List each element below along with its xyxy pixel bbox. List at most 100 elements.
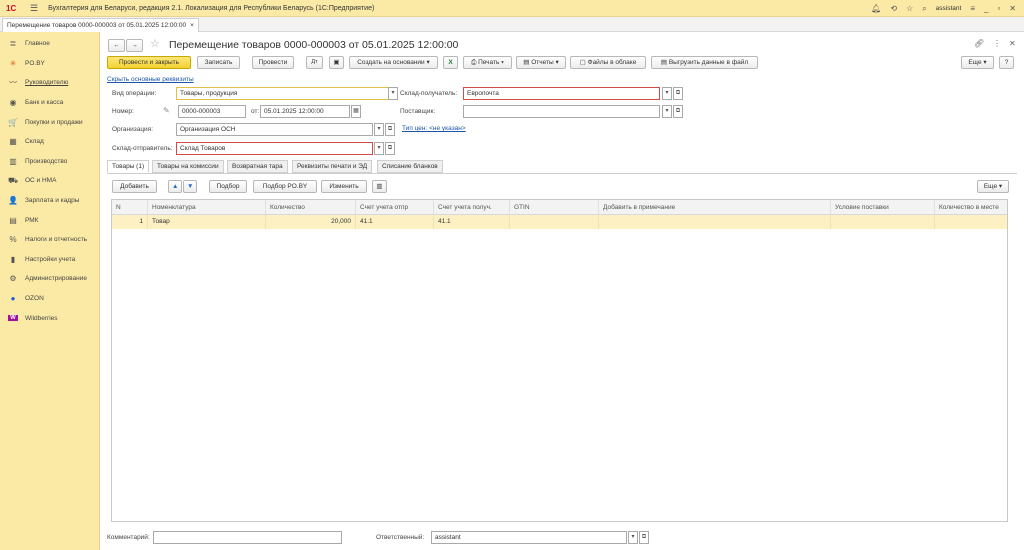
sender-warehouse-field[interactable]: Склад Товаров bbox=[176, 142, 373, 155]
sidebar-item-3[interactable]: ◉ Банк и касса bbox=[0, 93, 99, 113]
number-edit-icon[interactable]: ✎ bbox=[163, 106, 170, 115]
supplier-open[interactable]: ⧉ bbox=[673, 105, 683, 118]
sidebar-item-0[interactable]: ≣ Главное bbox=[0, 34, 99, 54]
sidebar-item-5[interactable]: ▦ Склад bbox=[0, 132, 99, 152]
receiver-warehouse-field[interactable]: Европочта bbox=[463, 87, 660, 100]
move-down-icon[interactable]: ▼ bbox=[183, 180, 197, 193]
column-header-gtin[interactable]: GTIN bbox=[510, 200, 599, 215]
history-icon[interactable]: ⟲ bbox=[890, 4, 897, 13]
sidebar-item-4[interactable]: 🛒 Покупки и продажи bbox=[0, 112, 99, 132]
open-document-tab[interactable]: Перемещение товаров 0000-000003 от 05.01… bbox=[2, 18, 199, 32]
add-row-button[interactable]: Добавить bbox=[112, 180, 157, 193]
organization-open[interactable]: ⧉ bbox=[385, 123, 395, 136]
table-more-button[interactable]: Еще ▾ bbox=[977, 180, 1009, 193]
organization-dropdown[interactable]: ▾ bbox=[374, 123, 384, 136]
settings-menu-icon[interactable]: ≡ bbox=[970, 4, 975, 13]
barcode-icon[interactable]: ▥ bbox=[372, 180, 387, 193]
comment-field[interactable] bbox=[153, 531, 342, 544]
sidebar-item-11[interactable]: ▮ Настройки учета bbox=[0, 250, 99, 270]
cell-gtin[interactable] bbox=[510, 215, 599, 229]
create-based-on-button[interactable]: Создать на основании ▾ bbox=[349, 56, 438, 69]
help-button[interactable]: ? bbox=[999, 56, 1014, 69]
minimize-icon[interactable]: _ bbox=[984, 4, 988, 13]
operation-type-field[interactable]: Товары, продукция bbox=[176, 87, 389, 100]
reports-button[interactable]: ▤ Отчеты ▾ bbox=[516, 56, 566, 69]
post-button[interactable]: Провести bbox=[252, 56, 294, 69]
sender-warehouse-open[interactable]: ⧉ bbox=[385, 142, 395, 155]
receiver-warehouse-dropdown[interactable]: ▾ bbox=[662, 87, 672, 100]
close-tab-icon[interactable]: × bbox=[190, 19, 194, 32]
sender-warehouse-dropdown[interactable]: ▾ bbox=[374, 142, 384, 155]
structure-icon[interactable]: ▣ bbox=[329, 56, 344, 69]
dt-kt-icon[interactable]: Дт bbox=[306, 56, 323, 69]
back-button[interactable]: ← bbox=[108, 39, 125, 52]
responsible-field[interactable]: assistant bbox=[431, 531, 627, 544]
sidebar-item-7[interactable]: ⛟ ОС и НМА bbox=[0, 171, 99, 191]
sidebar-item-12[interactable]: ⚙ Администрирование bbox=[0, 269, 99, 289]
favorite-star-icon[interactable]: ☆ bbox=[150, 37, 160, 50]
current-user[interactable]: assistant bbox=[936, 5, 962, 12]
calendar-icon[interactable]: ▦ bbox=[351, 105, 361, 118]
search-icon[interactable]: ⌕ bbox=[922, 4, 926, 14]
sidebar-item-6[interactable]: ▥ Производство bbox=[0, 152, 99, 172]
column-header-quantity[interactable]: Количество bbox=[266, 200, 356, 215]
save-button[interactable]: Записать bbox=[197, 56, 240, 69]
responsible-open[interactable]: ⧉ bbox=[639, 531, 649, 544]
more-button[interactable]: Еще ▾ bbox=[961, 56, 994, 69]
link-icon[interactable]: 🔗︎ bbox=[974, 39, 984, 48]
main-menu-icon[interactable]: ☰ bbox=[30, 3, 38, 14]
forward-button[interactable]: → bbox=[126, 39, 143, 52]
organization-field[interactable]: Организация ОСН bbox=[176, 123, 373, 136]
column-header-n[interactable]: N bbox=[112, 200, 148, 215]
tab-consignment-goods[interactable]: Товары на комиссии bbox=[152, 160, 224, 173]
receiver-warehouse-open[interactable]: ⧉ bbox=[673, 87, 683, 100]
sidebar-item-8[interactable]: 👤 Зарплата и кадры bbox=[0, 191, 99, 211]
supplier-dropdown[interactable]: ▾ bbox=[662, 105, 672, 118]
goods-table[interactable]: N Номенклатура Количество Счет учета отп… bbox=[111, 199, 1008, 522]
cell-account-from[interactable]: 41.1 bbox=[356, 215, 434, 229]
column-header-account-to[interactable]: Счет учета получ. bbox=[434, 200, 510, 215]
hide-main-details-link[interactable]: Скрыть основные реквизиты bbox=[107, 76, 194, 83]
cell-delivery-condition[interactable] bbox=[831, 215, 935, 229]
responsible-dropdown[interactable]: ▾ bbox=[628, 531, 638, 544]
sidebar-item-14[interactable]: W Wildberries bbox=[0, 308, 99, 328]
table-row[interactable]: 1 Товар 20,000 41.1 41.1 bbox=[112, 215, 1007, 229]
column-header-account-from[interactable]: Счет учета отпр bbox=[356, 200, 434, 215]
cell-note[interactable] bbox=[599, 215, 831, 229]
date-field[interactable]: 05.01.2025 12:00:00 bbox=[260, 105, 350, 118]
excel-icon[interactable]: X bbox=[443, 56, 458, 69]
cell-account-to[interactable]: 41.1 bbox=[434, 215, 510, 229]
close-form-icon[interactable]: ✕ bbox=[1009, 39, 1016, 48]
more-actions-icon[interactable]: ⋮ bbox=[993, 39, 1001, 48]
sidebar-item-1[interactable]: ✳ PO.BY bbox=[0, 54, 99, 74]
sidebar-item-10[interactable]: % Налоги и отчетность bbox=[0, 230, 99, 250]
cell-quantity[interactable]: 20,000 bbox=[266, 215, 356, 229]
price-type-link[interactable]: Тип цен: <не указан> bbox=[402, 125, 466, 132]
close-icon[interactable]: ✕ bbox=[1009, 4, 1016, 13]
sidebar-item-9[interactable]: ▤ РМК bbox=[0, 210, 99, 230]
cell-item[interactable]: Товар bbox=[148, 215, 266, 229]
move-up-icon[interactable]: ▲ bbox=[168, 180, 182, 193]
column-header-qty-in-place[interactable]: Количество в месте bbox=[935, 200, 1007, 215]
star-icon[interactable]: ☆ bbox=[906, 4, 913, 13]
print-button[interactable]: ⎙ Печать ▾ bbox=[463, 56, 512, 69]
column-header-note[interactable]: Добавить в примечание bbox=[599, 200, 831, 215]
column-header-item[interactable]: Номенклатура bbox=[148, 200, 266, 215]
cloud-files-button[interactable]: ▢ Файлы в облаке bbox=[570, 56, 646, 69]
sidebar-item-13[interactable]: ● OZON bbox=[0, 289, 99, 309]
number-field[interactable]: 0000-000003 bbox=[178, 105, 246, 118]
supplier-field[interactable] bbox=[463, 105, 660, 118]
restore-icon[interactable]: ▫ bbox=[997, 4, 1000, 13]
tab-goods[interactable]: Товары (1) bbox=[107, 160, 150, 173]
tab-form-writeoff[interactable]: Списание бланков bbox=[377, 160, 443, 173]
pick-button[interactable]: Подбор bbox=[209, 180, 247, 193]
post-and-close-button[interactable]: Провести и закрыть bbox=[107, 56, 191, 69]
export-data-button[interactable]: ▤ Выгрузить данные в файл bbox=[651, 56, 758, 69]
tab-returnable-packaging[interactable]: Возвратная тара bbox=[227, 160, 288, 173]
bell-icon[interactable]: 🔔︎ bbox=[871, 4, 881, 13]
change-button[interactable]: Изменить bbox=[321, 180, 367, 193]
sidebar-item-2[interactable]: 〰 Руководителю bbox=[0, 73, 99, 93]
tab-print-details[interactable]: Реквизиты печати и ЭД bbox=[292, 160, 373, 173]
column-header-delivery-condition[interactable]: Условие поставки bbox=[831, 200, 935, 215]
operation-type-dropdown[interactable]: ▾ bbox=[388, 87, 398, 100]
